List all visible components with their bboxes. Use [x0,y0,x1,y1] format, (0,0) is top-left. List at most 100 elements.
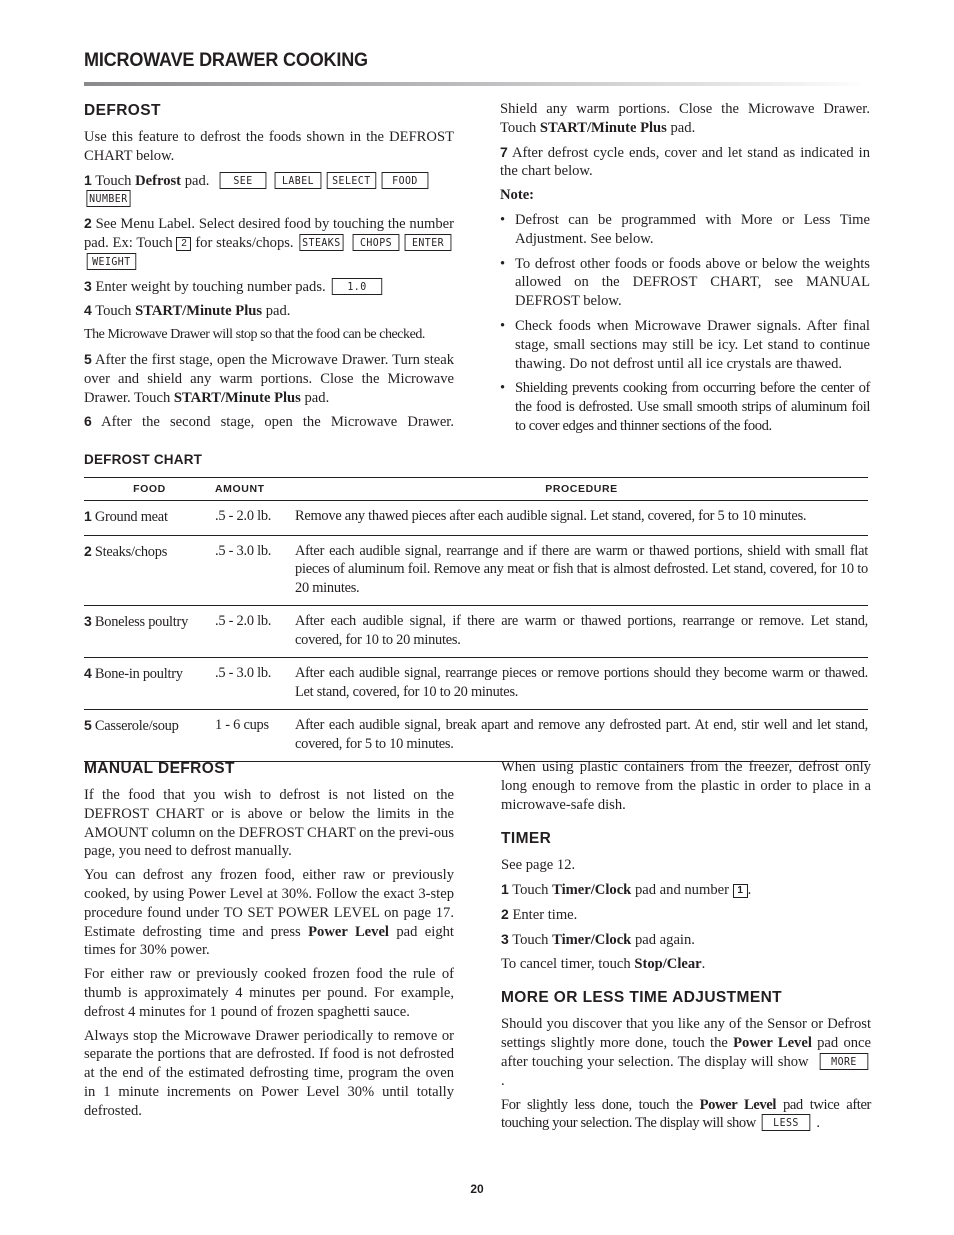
cell-amount: .5 - 3.0 lb. [215,657,295,710]
table-row: 1 Ground meat .5 - 2.0 lb. Remove any thaw… [84,500,868,536]
display-readout-less: LESS [761,1114,811,1132]
step-number: 7 [500,143,508,160]
step-number: 2 [501,905,509,922]
timer-cancel: To cancel timer, touch Stop/Clear. [501,955,871,974]
cell-procedure: After each audible signal, if there are … [295,605,868,658]
manual-defrost-paragraph: For either raw or previously cooked froz… [84,966,454,1020]
pad-name: Stop/Clear [634,955,702,972]
display-readout: SELECT [327,171,377,189]
step-number: 3 [501,930,509,947]
step-text: for steaks/chops. [191,234,294,251]
step-text: pad. [666,119,696,136]
display-readout: STEAKS [299,233,344,251]
defrost-step-3: 3 Enter weight by touching number pads. … [84,277,454,297]
pad-name: Power Level [308,923,389,940]
cell-food: 5 Casserole/soup [84,709,215,762]
cell-amount: .5 - 2.0 lb. [215,500,295,536]
step-text: pad again. [631,931,695,948]
defrost-step-6-end: Shield any warm portions. Close the Micr… [500,100,870,138]
cell-amount: .5 - 3.0 lb. [215,535,295,606]
page-title: MICROWAVE DRAWER COOKING [84,50,368,71]
cell-food: 1 Ground meat [84,500,215,536]
manual-defrost-paragraph: Always stop the Microwave Drawer periodi… [84,1027,454,1119]
manual-defrost-section: MANUAL DEFROST If the food that you wish… [84,758,454,1126]
defrost-step-4: 4 Touch START/Minute Plus pad. [84,301,454,321]
stop-note: The Microwave Drawer will stop so that t… [84,327,425,343]
number-key-2: 2 [176,236,192,251]
food-name: Boneless poultry [94,614,189,630]
food-name: Bone-in poultry [94,666,183,682]
manual-defrost-paragraph: When using plastic containers from the f… [501,759,871,813]
step-text: Touch [95,172,136,189]
title-divider [84,82,870,86]
row-number: 2 [84,542,92,559]
pad-name: Power Level [699,1096,777,1113]
step-text: pad and number [631,882,733,899]
defrost-step-2: 2 See Menu Label. Select desired food by… [84,214,454,271]
display-readout: WEIGHT [86,252,137,270]
food-name: Casserole/soup [94,718,179,734]
manual-defrost-heading: MANUAL DEFROST [84,760,235,777]
note-item: To defrost other foods or foods above or… [500,255,870,311]
display-readout: LABEL [274,171,322,189]
defrost-section-continued: Shield any warm portions. Close the Micr… [500,100,870,442]
pad-name: START/Minute Plus [135,303,263,320]
step-text: Touch [95,303,136,320]
food-name: Steaks/chops [94,543,168,560]
defrost-chart-table: FOOD AMOUNT PROCEDURE 1 Ground meat .5 - … [84,477,868,762]
step-number: 5 [84,350,92,367]
step-text: pad. [300,389,330,406]
step-text: . [701,955,706,972]
timer-step-2: 2 Enter time. [501,905,871,925]
column-header-amount: AMOUNT [215,477,295,501]
manual-defrost-paragraph: You can defrost any frozen food, either … [84,866,454,960]
step-number: 4 [84,302,92,319]
defrost-chart-title: DEFROST CHART [84,452,203,467]
row-number: 5 [84,717,92,733]
defrost-step-1: 1 Touch Defrost pad. SEE LABEL SELECT FOOD… [84,171,454,210]
manual-defrost-paragraph: If the food that you wish to defrost is … [84,787,454,860]
step-text: After the second stage, open the Microwa… [101,414,454,431]
cell-food: 4 Bone-in poultry [84,657,215,710]
cell-food: 3 Boneless poultry [84,605,215,658]
note-item: Defrost can be programmed with More or L… [500,211,870,249]
row-number: 3 [84,613,92,629]
step-text: Enter time. [512,906,578,923]
column-header-food: FOOD [84,477,215,501]
table-header-row: FOOD AMOUNT PROCEDURE [84,477,868,501]
cell-procedure: After each audible signal, break apart a… [295,709,868,762]
defrost-section: DEFROST Use this feature to defrost the … [84,100,454,437]
display-readout: CHOPS [352,233,400,251]
note-item: Shielding prevents cooking from occurrin… [500,379,870,435]
cell-procedure: After each audible signal, rearrange and… [295,535,868,606]
step-text: . [747,882,752,899]
timer-and-adjustment-section: When using plastic containers from the f… [501,758,871,1138]
display-readout: 1.0 [332,277,383,295]
time-adjustment-more: Should you discover that you like any of… [501,1016,871,1089]
paragraph-text: For slightly less done, touch the [501,1096,700,1113]
timer-step-1: 1 Touch Timer/Clock pad and number 1. [501,880,871,900]
display-readout-more: MORE [819,1052,869,1070]
note-label: Note: [500,187,535,204]
time-adjustment-less: For slightly less done, touch the Power … [501,1096,872,1132]
cell-procedure: After each audible signal, rearrange pie… [295,657,868,710]
pad-name: Power Level [733,1035,812,1052]
cell-food: 2 Steaks/chops [84,535,215,606]
pad-name: Defrost [135,172,182,189]
pad-name: START/Minute Plus [539,119,667,136]
number-key-1: 1 [732,884,748,899]
timer-step-3: 3 Touch Timer/Clock pad again. [501,930,871,950]
step-text: Touch [512,882,553,899]
step-text: Touch [512,931,553,948]
food-name: Ground meat [94,509,168,525]
defrost-intro: Use this feature to defrost the foods sh… [84,129,454,164]
defrost-step-5: 5 After the first stage, open the Microw… [84,350,454,407]
step-text: After defrost cycle ends, cover and let … [500,144,870,180]
display-readout: ENTER [404,233,452,251]
notes-list: Defrost can be programmed with More or L… [500,211,870,436]
row-number: 1 [84,508,92,524]
table-row: 2 Steaks/chops .5 - 3.0 lb. After each aud… [84,535,868,606]
step-text: pad. [181,172,210,189]
step-text: To cancel timer, touch [501,955,635,972]
cell-procedure: Remove any thawed pieces after each audi… [295,500,868,536]
